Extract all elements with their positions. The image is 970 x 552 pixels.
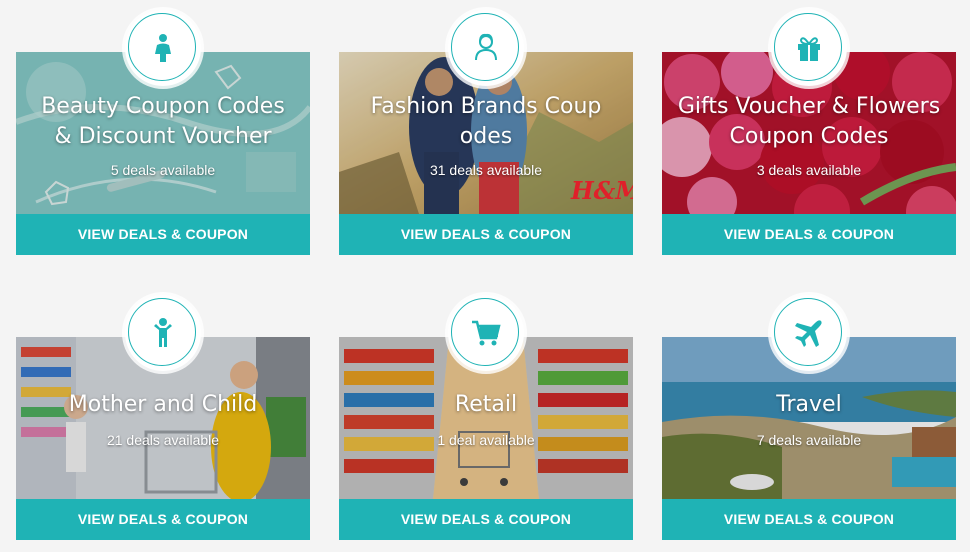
card-title: Gifts Voucher & Flowers Coupon Codes	[677, 94, 941, 149]
view-deals-button[interactable]: VIEW DEALS & COUPON	[16, 499, 310, 540]
view-deals-button[interactable]: VIEW DEALS & COUPON	[339, 499, 633, 540]
card-title: Retail	[454, 392, 518, 417]
deals-count: 3 deals available	[756, 162, 862, 178]
user-icon	[448, 10, 524, 86]
card-title: Mother and Child	[68, 392, 258, 417]
view-deals-button[interactable]: VIEW DEALS & COUPON	[16, 214, 310, 255]
view-deals-button[interactable]: VIEW DEALS & COUPON	[662, 499, 956, 540]
gift-icon	[771, 10, 847, 86]
woman-icon	[125, 10, 201, 86]
view-deals-button[interactable]: VIEW DEALS & COUPON	[662, 214, 956, 255]
fashion-logo: H&M	[571, 176, 633, 205]
card-title: Fashion Brands Coup odes	[370, 94, 602, 149]
plane-icon	[771, 295, 847, 371]
deals-count: 5 deals available	[110, 162, 216, 178]
cart-icon	[448, 295, 524, 371]
deals-count: 7 deals available	[756, 432, 862, 448]
child-icon	[125, 295, 201, 371]
deals-count: 31 deals available	[429, 162, 543, 178]
card-title: Travel	[776, 392, 842, 417]
deals-count: 1 deal available	[437, 432, 535, 448]
card-title: Beauty Coupon Codes & Discount Voucher	[41, 94, 285, 149]
view-deals-button[interactable]: VIEW DEALS & COUPON	[339, 214, 633, 255]
deals-count: 21 deals available	[106, 432, 220, 448]
